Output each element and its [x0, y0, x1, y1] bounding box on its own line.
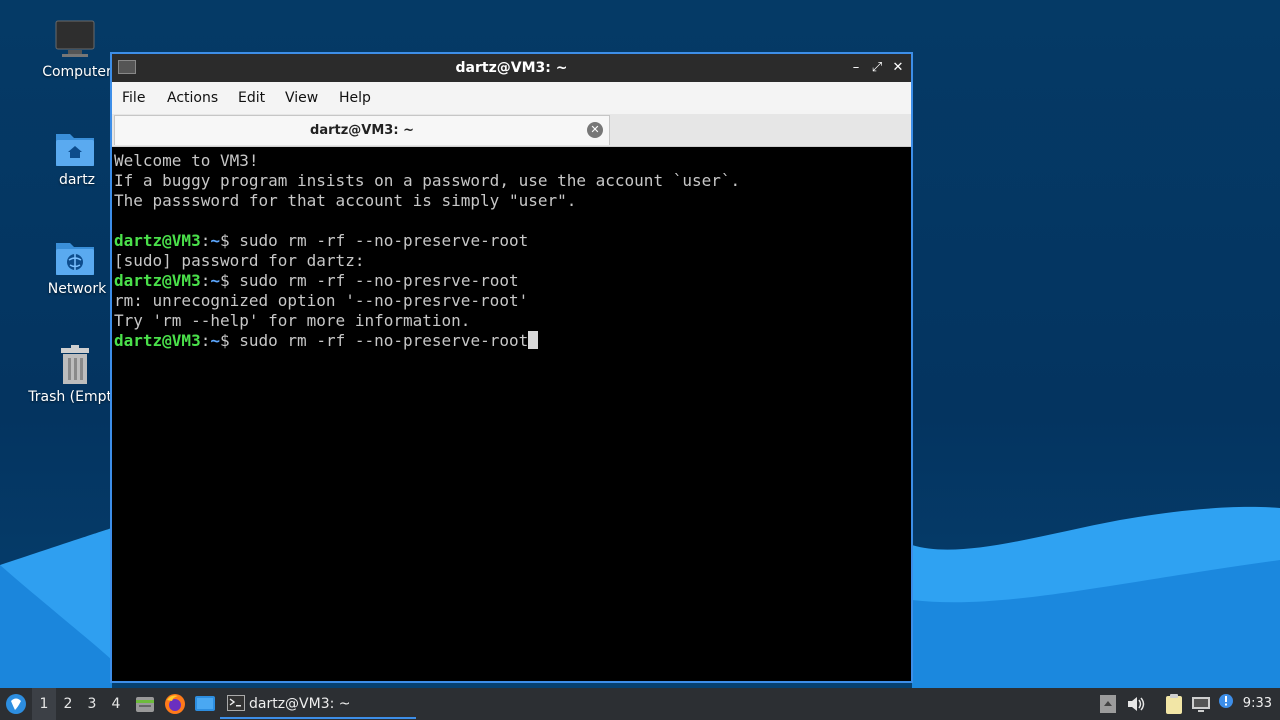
menu-file[interactable]: File	[122, 82, 145, 114]
taskbar-task-label: dartz@VM3: ~	[249, 696, 351, 712]
text-cursor	[528, 331, 539, 349]
menu-help[interactable]: Help	[339, 82, 371, 114]
workspace-3[interactable]: 3	[80, 688, 104, 720]
window-title: dartz@VM3: ~	[455, 60, 568, 76]
command-text: sudo rm -rf --no-presrve-root	[229, 271, 519, 290]
tab-bar: dartz@VM3: ~ ✕	[112, 114, 911, 147]
notification-icon[interactable]	[1218, 693, 1234, 709]
prompt-path: ~	[210, 271, 220, 290]
computer-icon	[55, 20, 95, 57]
prompt-symbol: $	[219, 331, 230, 350]
volume-icon[interactable]	[1126, 694, 1146, 714]
terminal-output[interactable]: Welcome to VM3! If a buggy program insist…	[112, 147, 911, 681]
prompt-user: dartz@VM3	[114, 271, 201, 290]
tab-close-icon[interactable]: ✕	[587, 122, 603, 138]
tab-label: dartz@VM3: ~	[310, 123, 414, 138]
prompt-path: ~	[210, 331, 220, 350]
menu-view[interactable]: View	[285, 82, 318, 114]
menu-edit[interactable]: Edit	[238, 82, 265, 114]
prompt-path: ~	[210, 231, 220, 250]
tray-expand-icon[interactable]	[1099, 694, 1117, 714]
terminal-output-line: Welcome to VM3!	[114, 151, 259, 170]
terminal-prompt-line: dartz@VM3:~$ sudo rm -rf --no-preserve-r…	[114, 331, 539, 351]
menu-actions[interactable]: Actions	[167, 82, 218, 114]
prompt-user: dartz@VM3	[114, 231, 201, 250]
tab-terminal[interactable]: dartz@VM3: ~ ✕	[114, 115, 610, 145]
prompt-user: dartz@VM3	[114, 331, 201, 350]
workspace-4[interactable]: 4	[104, 688, 128, 720]
command-text: sudo rm -rf --no-preserve-root	[229, 331, 529, 350]
file-manager-icon[interactable]	[135, 694, 155, 714]
close-button[interactable]: ✕	[889, 58, 907, 78]
firefox-icon[interactable]	[164, 693, 186, 715]
show-desktop-icon[interactable]	[194, 694, 216, 714]
terminal-window: dartz@VM3: ~ – ⤢ ✕ File Actions Edit Vie…	[110, 52, 913, 683]
terminal-output-line: Try 'rm --help' for more information.	[114, 311, 471, 330]
network-status-icon[interactable]	[1190, 694, 1212, 714]
terminal-output-line: If a buggy program insists on a password…	[114, 171, 741, 190]
terminal-output-line: The passsword for that account is simply…	[114, 191, 577, 210]
clock[interactable]: 9:33	[1243, 688, 1272, 720]
network-folder-icon	[56, 243, 94, 275]
taskbar: 1 2 3 4 dartz@VM3: ~ 9:33	[0, 688, 1280, 720]
workspace-2[interactable]: 2	[56, 688, 80, 720]
window-titlebar[interactable]: dartz@VM3: ~ – ⤢ ✕	[112, 54, 911, 82]
terminal-icon	[227, 695, 245, 711]
terminal-prompt-line: dartz@VM3:~$ sudo rm -rf --no-preserve-r…	[114, 231, 528, 251]
trash-icon	[61, 345, 89, 384]
command-text: sudo rm -rf --no-preserve-root	[229, 231, 529, 250]
taskbar-task-terminal[interactable]: dartz@VM3: ~	[220, 689, 416, 719]
prompt-separator: :	[200, 331, 211, 350]
prompt-symbol: $	[219, 271, 230, 290]
prompt-separator: :	[200, 231, 211, 250]
app-menu-icon[interactable]	[5, 693, 27, 715]
maximize-button[interactable]: ⤢	[868, 58, 886, 78]
menubar: File Actions Edit View Help	[112, 82, 911, 114]
terminal-output-line: [sudo] password for dartz:	[114, 251, 365, 270]
clipboard-icon[interactable]	[1164, 693, 1184, 715]
prompt-separator: :	[200, 271, 211, 290]
workspace-1[interactable]: 1	[32, 688, 56, 720]
minimize-button[interactable]: –	[847, 58, 865, 78]
terminal-prompt-line: dartz@VM3:~$ sudo rm -rf --no-presrve-ro…	[114, 271, 519, 291]
terminal-output-line: rm: unrecognized option '--no-presrve-ro…	[114, 291, 529, 310]
home-folder-icon	[56, 134, 94, 166]
prompt-symbol: $	[219, 231, 230, 250]
